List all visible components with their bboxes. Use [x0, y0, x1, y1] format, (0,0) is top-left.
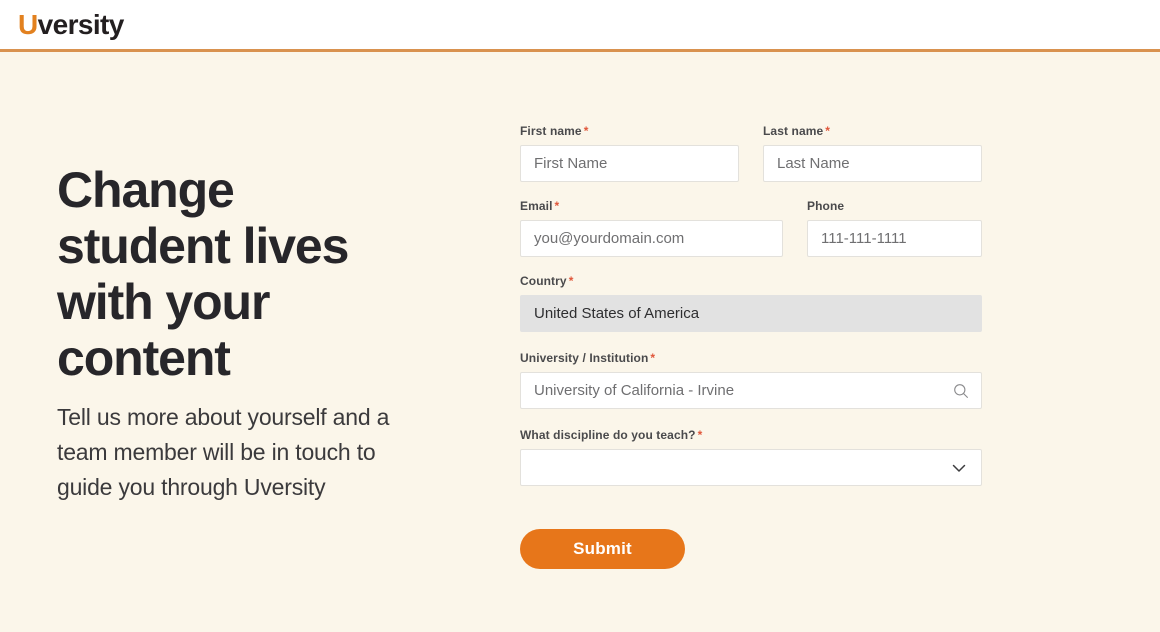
label-phone: Phone: [807, 199, 982, 213]
label-discipline: What discipline do you teach? *: [520, 428, 982, 442]
page-title: Change student lives with your content: [57, 162, 349, 386]
label-first-name-text: First name: [520, 124, 582, 138]
hero-subtitle: Tell us more about yourself and a team m…: [57, 404, 390, 500]
input-shell-university: [520, 372, 982, 409]
required-marker: *: [583, 124, 589, 138]
country-value[interactable]: United States of America: [520, 295, 982, 332]
university-input[interactable]: [520, 372, 982, 409]
form-row-name: First name* Last name*: [520, 124, 990, 182]
brand-logo-u: U: [18, 8, 38, 40]
label-phone-text: Phone: [807, 199, 845, 213]
label-first-name: First name *: [520, 124, 739, 138]
required-marker: *: [650, 351, 656, 365]
label-last-name-text: Last name: [763, 124, 824, 138]
label-university: University / Institution *: [520, 351, 982, 365]
page-body: Change student lives with your content T…: [0, 52, 1160, 632]
submit-row: Submit: [520, 529, 990, 569]
phone-input[interactable]: [807, 220, 982, 257]
last-name-input[interactable]: [763, 145, 982, 182]
discipline-select[interactable]: [520, 449, 982, 486]
brand-logo-text: versity: [37, 8, 125, 40]
field-discipline: What discipline do you teach? *: [520, 428, 982, 486]
submit-button[interactable]: Submit: [520, 529, 685, 569]
field-last-name: Last name *: [763, 124, 982, 182]
required-marker: *: [697, 428, 703, 442]
label-email: Email *: [520, 199, 783, 213]
required-marker: *: [825, 124, 831, 138]
input-shell-first-name: [520, 145, 739, 182]
label-country: Country *: [520, 274, 982, 288]
field-country: Country * United States of America: [520, 274, 982, 332]
field-email: Email *: [520, 199, 783, 257]
required-marker: *: [554, 199, 560, 213]
email-input[interactable]: [520, 220, 783, 257]
required-marker: *: [568, 274, 574, 288]
form-row-contact: Email* Phone: [520, 199, 990, 257]
signup-form: First name* Last name*: [520, 116, 990, 569]
input-shell-last-name: [763, 145, 982, 182]
site-header: Uversity: [0, 0, 1160, 52]
label-university-text: University / Institution: [520, 351, 649, 365]
first-name-input[interactable]: [520, 145, 739, 182]
label-email-text: Email: [520, 199, 553, 213]
label-last-name: Last name *: [763, 124, 982, 138]
hero-section: Change student lives with your content T…: [0, 116, 520, 505]
input-shell-discipline: [520, 449, 982, 486]
field-phone: Phone: [807, 199, 982, 257]
field-university: University / Institution *: [520, 351, 982, 409]
input-shell-phone: [807, 220, 982, 257]
label-country-text: Country: [520, 274, 567, 288]
brand-logo[interactable]: Uversity: [18, 8, 125, 40]
field-first-name: First name *: [520, 124, 739, 182]
label-discipline-text: What discipline do you teach?: [520, 428, 696, 442]
input-shell-email: [520, 220, 783, 257]
content-wrapper: Change student lives with your content T…: [0, 52, 1160, 569]
